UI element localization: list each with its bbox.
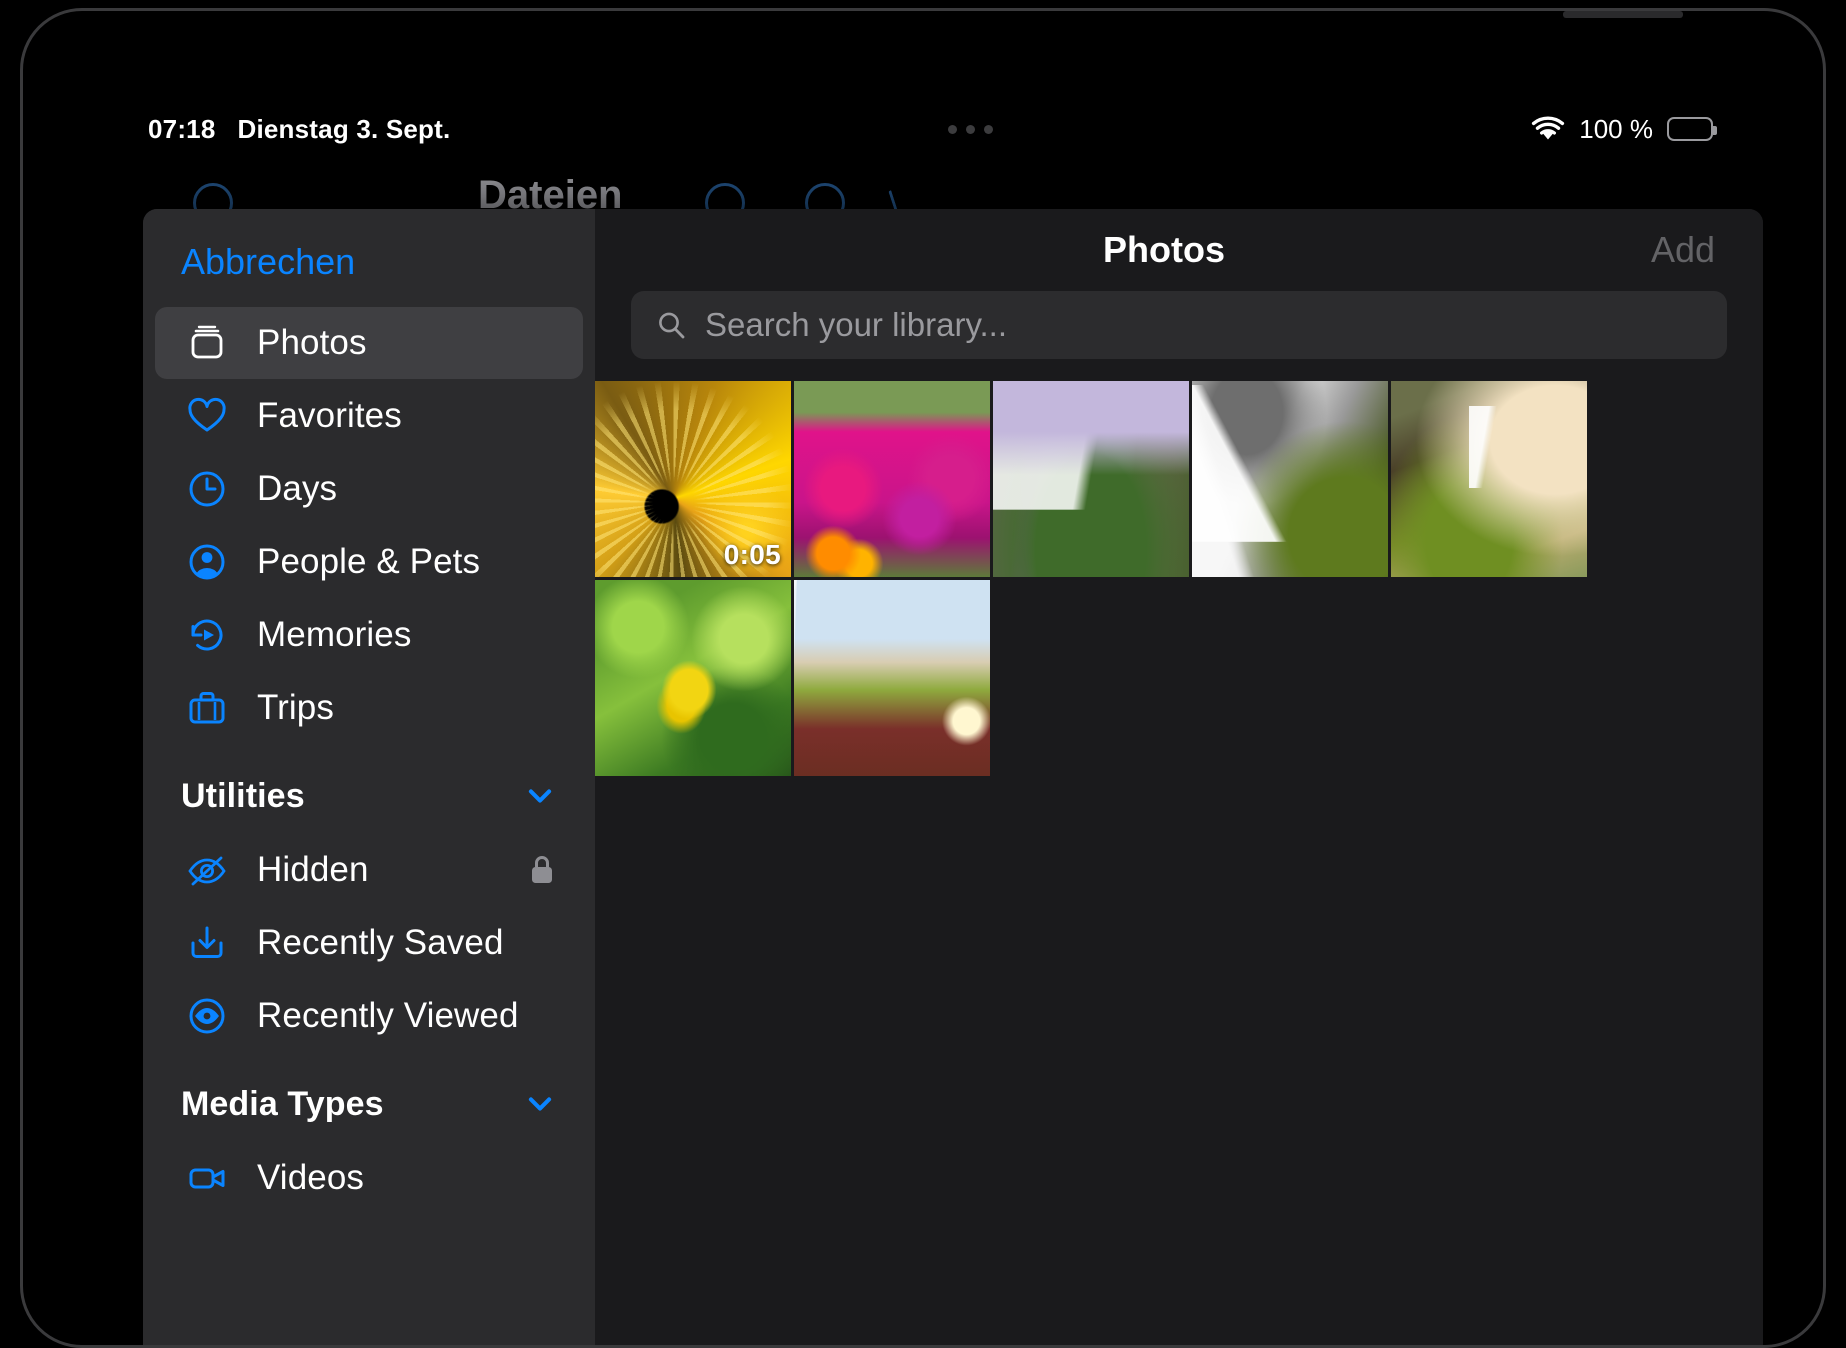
search-wrapper <box>595 291 1763 359</box>
search-field[interactable] <box>631 291 1727 359</box>
cancel-button[interactable]: Abbrechen <box>143 209 355 283</box>
photo-thumbnail[interactable] <box>1192 381 1388 577</box>
picker-main-pane: Photos Add Search your library... 0:05 <box>595 209 1763 1345</box>
sidebar-item-label: Photos <box>257 323 367 362</box>
heart-icon <box>183 392 231 440</box>
sidebar-item-hidden[interactable]: Hidden <box>155 834 583 906</box>
photo-grid: 0:05 <box>595 381 1763 776</box>
thumbnail-image <box>794 580 990 776</box>
thumbnail-image <box>1391 381 1587 577</box>
sidebar-item-label: Recently Viewed <box>257 996 519 1035</box>
sidebar-item-people-and-pets[interactable]: People & Pets <box>155 526 583 598</box>
sidebar-item-favorites[interactable]: Favorites <box>155 380 583 452</box>
eye-slash-icon <box>183 846 231 894</box>
section-header-media-types[interactable]: Media Types <box>155 1068 583 1140</box>
power-button[interactable] <box>1563 11 1683 18</box>
sidebar-item-label: Recently Saved <box>257 923 504 962</box>
photo-thumbnail[interactable] <box>993 381 1189 577</box>
thumbnail-image <box>794 381 990 577</box>
sidebar: Abbrechen Photos Favorites Days People &… <box>143 209 595 1345</box>
tray-download-icon <box>183 919 231 967</box>
photo-stack-icon <box>183 319 231 367</box>
photo-thumbnail[interactable] <box>794 580 990 776</box>
sidebar-item-trips[interactable]: Trips <box>155 672 583 744</box>
section-title: Media Types <box>181 1084 384 1123</box>
sidebar-item-videos[interactable]: Videos <box>155 1142 583 1214</box>
photo-thumbnail[interactable] <box>1391 381 1587 577</box>
lock-icon <box>527 853 557 887</box>
video-duration-badge: 0:05 <box>723 539 781 570</box>
thumbnail-image <box>595 580 791 776</box>
chevron-down-icon[interactable] <box>523 779 557 813</box>
sidebar-item-days[interactable]: Days <box>155 453 583 525</box>
wifi-icon <box>1531 116 1565 142</box>
photo-picker-sheet: Abbrechen Photos Favorites Days People &… <box>143 209 1763 1345</box>
sidebar-item-label: Trips <box>257 688 334 727</box>
eye-circle-icon <box>183 992 231 1040</box>
status-time: 07:18 <box>148 113 216 144</box>
search-input[interactable] <box>705 291 1703 359</box>
dot-icon <box>966 124 976 134</box>
dot-icon <box>948 124 958 134</box>
thumbnail-image <box>993 381 1189 577</box>
sidebar-item-recently-saved[interactable]: Recently Saved <box>155 907 583 979</box>
sidebar-item-label: People & Pets <box>257 542 481 581</box>
battery-full-icon <box>1667 117 1717 141</box>
person-circle-icon <box>183 538 231 586</box>
device-screen: 07:18 Dienstag 3. Sept. 100 % Dateien Ab… <box>33 21 1813 1345</box>
status-bar-left: 07:18 Dienstag 3. Sept. <box>148 114 450 145</box>
page-title: Photos <box>1103 229 1225 270</box>
memories-play-icon <box>183 611 231 659</box>
thumbnail-image <box>1192 381 1388 577</box>
sidebar-item-label: Hidden <box>257 850 369 889</box>
sidebar-item-label: Videos <box>257 1158 364 1197</box>
dot-icon <box>984 124 994 134</box>
sidebar-item-label: Memories <box>257 615 412 654</box>
battery-percentage: 100 % <box>1579 113 1653 144</box>
add-button[interactable]: Add <box>1651 229 1715 271</box>
search-icon <box>655 309 687 341</box>
sidebar-item-recently-viewed[interactable]: Recently Viewed <box>155 980 583 1052</box>
sidebar-item-memories[interactable]: Memories <box>155 599 583 671</box>
sidebar-list: Photos Favorites Days People & Pets Memo… <box>143 307 595 1214</box>
sidebar-item-photos[interactable]: Photos <box>155 307 583 379</box>
sidebar-item-label: Days <box>257 469 338 508</box>
chevron-down-icon[interactable] <box>523 1087 557 1121</box>
photo-thumbnail[interactable] <box>595 580 791 776</box>
section-title: Utilities <box>181 776 305 815</box>
photo-thumbnail[interactable] <box>794 381 990 577</box>
status-date: Dienstag 3. Sept. <box>237 113 451 144</box>
video-camera-icon <box>183 1154 231 1202</box>
status-bar: 07:18 Dienstag 3. Sept. 100 % <box>33 99 1813 159</box>
section-header-utilities[interactable]: Utilities <box>155 760 583 832</box>
dynamic-island-dots <box>450 124 1531 134</box>
sidebar-item-label: Favorites <box>257 396 402 435</box>
status-bar-right: 100 % <box>1531 113 1717 145</box>
device-frame: 07:18 Dienstag 3. Sept. 100 % Dateien Ab… <box>20 8 1826 1348</box>
suitcase-icon <box>183 684 231 732</box>
picker-header: Photos Add <box>595 209 1763 291</box>
clock-icon <box>183 465 231 513</box>
photo-thumbnail[interactable]: 0:05 <box>595 381 791 577</box>
